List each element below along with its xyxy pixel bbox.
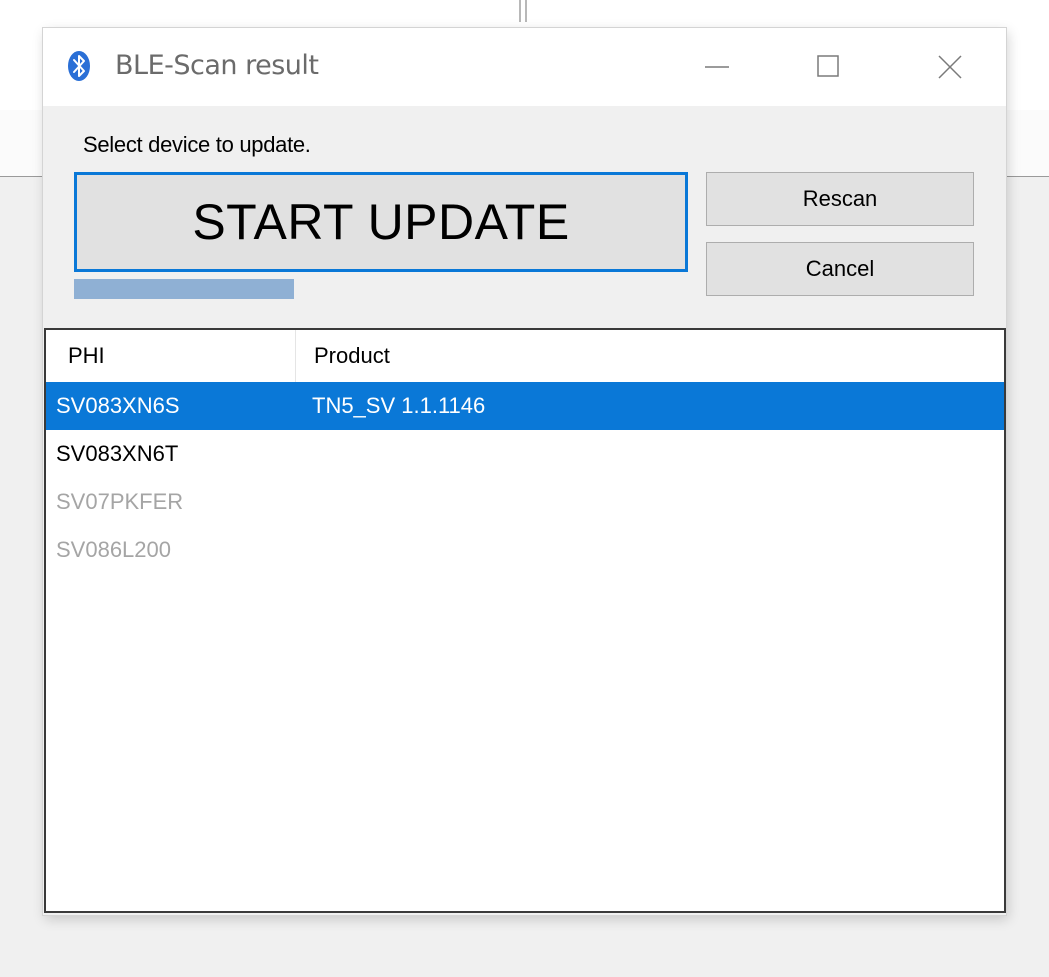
bluetooth-icon	[68, 51, 90, 81]
close-button[interactable]	[905, 28, 995, 106]
phi-cell: SV083XN6S	[56, 393, 180, 418]
column-header-product[interactable]: Product	[296, 330, 1004, 382]
list-item[interactable]: SV083XN6T	[46, 430, 1004, 478]
background-divider	[519, 0, 521, 22]
minimize-button[interactable]	[673, 28, 763, 106]
minimize-icon	[705, 66, 729, 68]
background-divider	[525, 0, 527, 22]
maximize-button[interactable]	[783, 28, 873, 106]
column-header-phi[interactable]: PHI	[46, 330, 296, 382]
background-band	[1005, 110, 1049, 176]
list-item[interactable]: SV086L200	[46, 526, 1004, 574]
product-cell: TN5_SV 1.1.1146	[312, 393, 486, 418]
title-bar[interactable]: BLE-Scan result	[43, 28, 1006, 106]
maximize-icon	[817, 55, 839, 77]
progress-bar	[74, 279, 294, 299]
phi-cell: SV086L200	[56, 537, 171, 562]
device-list[interactable]: PHI Product SV083XN6S TN5_SV 1.1.1146 SV…	[44, 328, 1006, 913]
phi-cell: SV083XN6T	[56, 441, 179, 466]
progress-fill	[74, 279, 294, 299]
rescan-button[interactable]: Rescan	[706, 172, 974, 226]
start-update-button[interactable]: START UPDATE	[74, 172, 688, 272]
list-item[interactable]: SV083XN6S TN5_SV 1.1.1146	[46, 382, 1004, 430]
ble-scan-dialog: BLE-Scan result Select device to update.…	[43, 28, 1006, 915]
close-icon	[938, 55, 962, 79]
cancel-button[interactable]: Cancel	[706, 242, 974, 296]
background-band	[0, 110, 44, 176]
instruction-text: Select device to update.	[83, 132, 311, 157]
list-header: PHI Product	[46, 330, 1004, 382]
phi-cell: SV07PKFER	[56, 489, 184, 514]
window-title: BLE-Scan result	[115, 50, 319, 81]
list-item[interactable]: SV07PKFER	[46, 478, 1004, 526]
